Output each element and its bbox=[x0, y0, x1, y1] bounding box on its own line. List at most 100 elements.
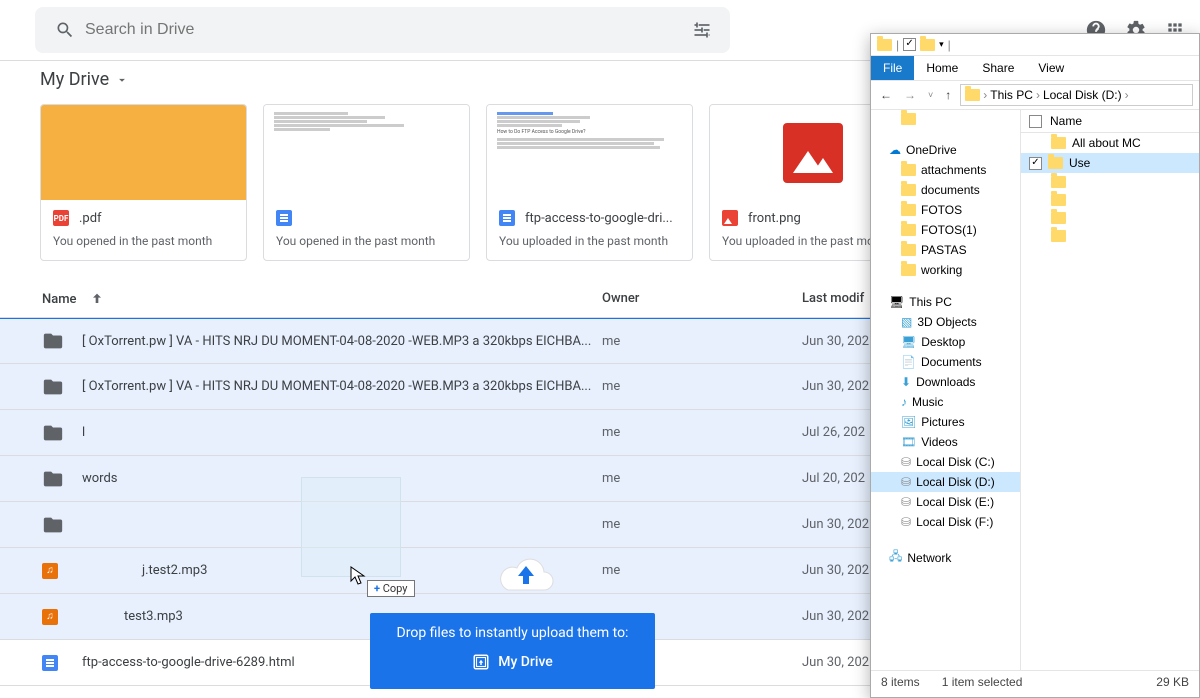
card[interactable]: PDF.pdf You opened in the past month bbox=[40, 104, 247, 261]
card-title: front.png bbox=[748, 211, 801, 226]
tree-item[interactable]: ⛁Local Disk (D:) bbox=[871, 472, 1020, 492]
folder-icon bbox=[901, 184, 916, 196]
file-owner: me bbox=[602, 425, 802, 440]
tree-item[interactable]: FOTOS(1) bbox=[871, 220, 1020, 240]
tree-item[interactable]: documents bbox=[871, 180, 1020, 200]
tree-item[interactable]: 🎞Videos bbox=[871, 432, 1020, 452]
list-item[interactable] bbox=[1021, 191, 1199, 209]
search-input[interactable] bbox=[85, 21, 684, 39]
explorer-titlebar[interactable]: | ✓ ▾ | bbox=[871, 34, 1199, 56]
image-icon bbox=[783, 123, 843, 183]
tree-item[interactable]: ♪Music bbox=[871, 392, 1020, 412]
chevron-down-icon bbox=[115, 73, 129, 87]
back-icon[interactable]: ← bbox=[877, 88, 895, 102]
list-item[interactable]: All about MC bbox=[1021, 133, 1199, 153]
documents-icon: 📄 bbox=[901, 355, 916, 369]
folder-icon bbox=[42, 422, 82, 444]
disk-icon: ⛁ bbox=[901, 495, 911, 509]
tree-item[interactable]: ☁OneDrive bbox=[871, 140, 1020, 160]
tune-icon[interactable] bbox=[692, 20, 712, 40]
column-name[interactable]: Name bbox=[1050, 114, 1082, 128]
folder-icon bbox=[877, 39, 892, 51]
folder-icon bbox=[901, 164, 916, 176]
tree-item[interactable]: ⛁Local Disk (C:) bbox=[871, 452, 1020, 472]
file-modified: Jul 26, 202 bbox=[802, 425, 865, 440]
file-modified: Jun 30, 202 bbox=[802, 563, 869, 578]
checkbox-icon[interactable]: ✓ bbox=[1029, 157, 1042, 170]
tree-item[interactable]: ▧3D Objects bbox=[871, 312, 1020, 332]
up-icon[interactable]: ↑ bbox=[942, 88, 954, 102]
tree-item[interactable]: 📄Documents bbox=[871, 352, 1020, 372]
explorer-tree[interactable]: ☁OneDrive attachments documents FOTOS FO… bbox=[871, 110, 1021, 670]
tab-share[interactable]: Share bbox=[970, 56, 1026, 80]
disk-icon: ⛁ bbox=[901, 475, 911, 489]
status-size: 29 KB bbox=[1156, 675, 1189, 689]
breadcrumb-label: My Drive bbox=[40, 69, 109, 90]
tree-item[interactable]: attachments bbox=[871, 160, 1020, 180]
file-name: [ OxTorrent.pw ] VA - HITS NRJ DU MOMENT… bbox=[82, 379, 602, 394]
list-item[interactable] bbox=[1021, 173, 1199, 191]
tree-item[interactable]: PASTAS bbox=[871, 240, 1020, 260]
copy-badge: + Copy bbox=[367, 580, 415, 597]
recent-icon[interactable]: ˅ bbox=[925, 90, 936, 100]
file-modified: Jun 30, 202 bbox=[802, 334, 869, 349]
list-header[interactable]: Name bbox=[1021, 110, 1199, 133]
folder-icon bbox=[1051, 176, 1066, 188]
card-sub: You opened in the past month bbox=[276, 234, 457, 248]
list-item[interactable] bbox=[1021, 227, 1199, 245]
search-icon bbox=[55, 20, 75, 40]
tree-item[interactable]: 🖥This PC bbox=[871, 292, 1020, 312]
explorer-list[interactable]: Name All about MC ✓Use bbox=[1021, 110, 1199, 670]
file-owner: me bbox=[602, 334, 802, 349]
explorer-status-bar: 8 items 1 item selected 29 KB bbox=[871, 670, 1199, 692]
tree-item[interactable]: 🖥Desktop bbox=[871, 332, 1020, 352]
card-sub: You opened in the past month bbox=[53, 234, 234, 248]
disk-icon: ⛁ bbox=[901, 455, 911, 469]
videos-icon: 🎞 bbox=[901, 435, 916, 449]
tree-item[interactable]: FOTOS bbox=[871, 200, 1020, 220]
upload-banner: Drop files to instantly upload them to: … bbox=[370, 613, 655, 689]
tree-item[interactable]: ⛁Local Disk (E:) bbox=[871, 492, 1020, 512]
status-count: 8 items bbox=[881, 675, 920, 689]
search-box[interactable] bbox=[35, 7, 730, 53]
tab-file[interactable]: File bbox=[871, 56, 914, 80]
tree-item[interactable]: 🖼Pictures bbox=[871, 412, 1020, 432]
explorer-ribbon-tabs: File Home Share View bbox=[871, 56, 1199, 80]
card[interactable]: You opened in the past month bbox=[263, 104, 470, 261]
card-thumb bbox=[264, 105, 469, 200]
checkbox-icon[interactable] bbox=[1029, 115, 1042, 128]
3d-icon: ▧ bbox=[901, 315, 912, 329]
address-segment[interactable]: Local Disk (D:) bbox=[1043, 88, 1122, 102]
tree-item[interactable] bbox=[871, 110, 1020, 128]
forward-icon[interactable]: → bbox=[901, 88, 919, 102]
file-owner: me bbox=[602, 379, 802, 394]
folder-icon bbox=[901, 204, 916, 216]
folder-icon bbox=[1051, 194, 1066, 206]
address-bar[interactable]: › This PC › Local Disk (D:) › bbox=[960, 84, 1193, 106]
desktop-icon: 🖥 bbox=[901, 335, 916, 349]
tab-view[interactable]: View bbox=[1026, 56, 1076, 80]
tree-item[interactable]: 🖧Network bbox=[871, 544, 1020, 571]
column-name[interactable]: Name bbox=[42, 291, 602, 307]
tree-item[interactable]: ⛁Local Disk (F:) bbox=[871, 512, 1020, 532]
tree-item[interactable]: ⬇Downloads bbox=[871, 372, 1020, 392]
card-thumb: How to Do FTP Access to Google Drive? bbox=[487, 105, 692, 200]
pc-icon: 🖥 bbox=[889, 295, 904, 309]
folder-icon bbox=[901, 264, 916, 276]
card[interactable]: How to Do FTP Access to Google Drive? ft… bbox=[486, 104, 693, 261]
address-segment[interactable]: This PC bbox=[990, 88, 1033, 102]
doc-icon bbox=[276, 210, 292, 226]
list-item[interactable] bbox=[1021, 209, 1199, 227]
card-title: ftp-access-to-google-dri... bbox=[525, 211, 673, 226]
doc-icon bbox=[42, 655, 82, 671]
tree-item[interactable]: working bbox=[871, 260, 1020, 280]
tab-home[interactable]: Home bbox=[914, 56, 970, 80]
network-icon: 🖧 bbox=[889, 547, 902, 568]
list-item[interactable]: ✓Use bbox=[1021, 153, 1199, 173]
music-icon: ♪ bbox=[901, 395, 907, 409]
status-selected: 1 item selected bbox=[942, 675, 1023, 689]
disk-icon: ⛁ bbox=[901, 515, 911, 529]
column-owner[interactable]: Owner bbox=[602, 291, 802, 307]
card-sub: You uploaded in the past month bbox=[499, 234, 680, 248]
pictures-icon: 🖼 bbox=[901, 415, 916, 429]
